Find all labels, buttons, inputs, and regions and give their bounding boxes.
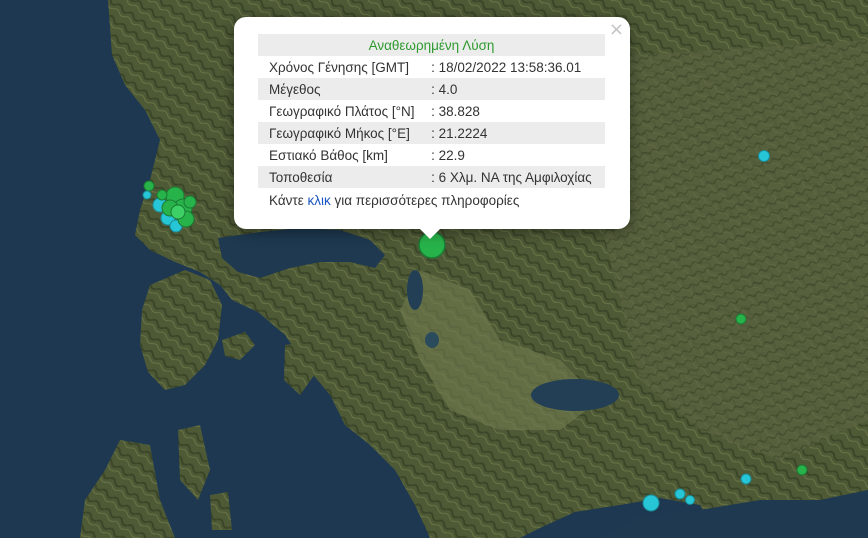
earthquake-info-popup: × Αναθεωρημένη Λύση Χρόνος Γένησης [GMT]… — [234, 17, 630, 239]
earthquake-marker[interactable] — [758, 150, 770, 162]
row-label: Εστιακό Βάθος [km] — [269, 147, 388, 163]
lake-trichonida — [531, 379, 619, 411]
row-label: Γεωγραφικό Μήκος [°E] — [258, 122, 428, 144]
earthquake-marker[interactable] — [642, 494, 660, 512]
earthquake-marker[interactable] — [740, 473, 752, 485]
row-value: : 22.9 — [431, 147, 465, 163]
row-label: Τοποθεσία — [258, 166, 428, 188]
earthquake-marker[interactable] — [685, 495, 695, 505]
table-row: Εστιακό Βάθος [km] : 22.9 — [258, 144, 605, 166]
row-value: : 6 Χλμ. ΝΑ της Αμφιλοχίας — [427, 166, 605, 188]
row-value: : 4.0 — [427, 78, 605, 100]
row-label: Μέγεθος — [258, 78, 428, 100]
more-info-link[interactable]: κλικ — [308, 193, 331, 208]
earthquake-marker[interactable] — [735, 313, 747, 325]
row-label: Γεωγραφικό Πλάτος [°N] — [269, 103, 415, 119]
footer-prefix: Κάντε — [269, 193, 308, 208]
row-value: : 21.2224 — [427, 122, 605, 144]
table-row: Χρόνος Γένησης [GMT] : 18/02/2022 13:58:… — [258, 56, 605, 78]
table-row: Γεωγραφικό Μήκος [°E] : 21.2224 — [258, 122, 605, 144]
table-row: Γεωγραφικό Πλάτος [°N] : 38.828 — [258, 100, 605, 122]
row-value: : 18/02/2022 13:58:36.01 — [431, 59, 582, 75]
close-icon[interactable]: × — [609, 21, 624, 39]
row-value: : 38.828 — [431, 103, 480, 119]
earthquake-info-table: Αναθεωρημένη Λύση Χρόνος Γένησης [GMT] :… — [258, 34, 605, 188]
earthquake-marker[interactable] — [796, 464, 808, 476]
lake — [425, 332, 439, 348]
earthquake-marker[interactable] — [674, 488, 686, 500]
row-label: Χρόνος Γένησης [GMT] — [269, 59, 410, 75]
lake-amvrakia — [407, 270, 423, 310]
table-row: Τοποθεσία : 6 Χλμ. ΝΑ της Αμφιλοχίας — [258, 166, 605, 188]
table-row: Μέγεθος : 4.0 — [258, 78, 605, 100]
popup-title: Αναθεωρημένη Λύση — [258, 34, 605, 56]
footer-suffix: για περισσότερες πληροφορίες — [330, 193, 520, 208]
more-info-text: Κάντε κλικ για περισσότερες πληροφορίες — [269, 193, 519, 208]
popup-tip — [419, 228, 441, 239]
